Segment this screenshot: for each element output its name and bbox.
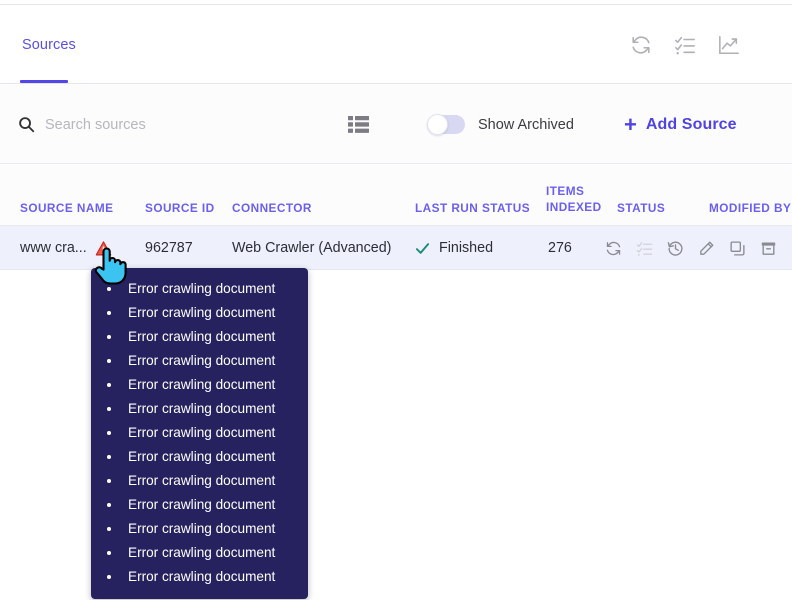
column-header-last-run-status[interactable]: LAST RUN STATUS bbox=[415, 201, 530, 215]
column-view-button[interactable] bbox=[348, 85, 369, 164]
bullet-icon bbox=[107, 575, 111, 579]
bullet-icon bbox=[107, 479, 111, 483]
tasks-icon bbox=[636, 240, 653, 257]
list-item: Error crawling document bbox=[91, 469, 308, 493]
bullet-icon bbox=[107, 311, 111, 315]
add-source-label: Add Source bbox=[645, 115, 737, 133]
source-name-text: www cra... bbox=[20, 240, 87, 256]
tooltip-item-text: Error crawling document bbox=[128, 497, 276, 512]
items-indexed-line-1: ITEMS bbox=[546, 184, 585, 198]
history-icon[interactable] bbox=[667, 240, 684, 257]
show-archived-label: Show Archived bbox=[478, 116, 574, 133]
bullet-icon bbox=[107, 455, 111, 459]
tooltip-item-text: Error crawling document bbox=[128, 473, 276, 488]
table-header-row: SOURCE NAME SOURCE ID CONNECTOR LAST RUN… bbox=[0, 165, 792, 226]
cell-source-id: 962787 bbox=[145, 240, 193, 256]
toolbar: Show Archived + Add Source bbox=[0, 85, 792, 227]
tab-active-indicator bbox=[20, 80, 68, 83]
tooltip-item-text: Error crawling document bbox=[128, 353, 276, 368]
tab-bar: Sources bbox=[20, 5, 78, 84]
list-item: Error crawling document bbox=[91, 445, 308, 469]
add-source-button[interactable]: + Add Source bbox=[624, 85, 737, 164]
tooltip-item-text: Error crawling document bbox=[128, 305, 276, 320]
column-header-source-name[interactable]: SOURCE NAME bbox=[20, 201, 113, 215]
bullet-icon bbox=[107, 359, 111, 363]
column-header-modified-by[interactable]: MODIFIED BY bbox=[709, 201, 792, 215]
bullet-icon bbox=[107, 407, 111, 411]
list-item: Error crawling document bbox=[91, 373, 308, 397]
list-item: Error crawling document bbox=[91, 349, 308, 373]
show-archived-control: Show Archived bbox=[427, 85, 574, 164]
list-item: Error crawling document bbox=[91, 421, 308, 445]
list-item: Error crawling document bbox=[91, 301, 308, 325]
sync-icon[interactable] bbox=[605, 240, 622, 257]
column-header-connector[interactable]: CONNECTOR bbox=[232, 201, 312, 215]
list-item: Error crawling document bbox=[91, 517, 308, 541]
list-item: Error crawling document bbox=[91, 397, 308, 421]
cell-items-indexed: 276 bbox=[548, 240, 572, 256]
tooltip-item-text: Error crawling document bbox=[128, 377, 276, 392]
list-item: Error crawling document bbox=[91, 325, 308, 349]
archive-icon[interactable] bbox=[760, 240, 777, 257]
list-item: Error crawling document bbox=[91, 541, 308, 565]
toggle-knob bbox=[427, 114, 448, 135]
tasks-icon[interactable] bbox=[674, 34, 696, 56]
page-header: Sources bbox=[0, 5, 792, 84]
cell-last-run-status: Finished bbox=[415, 226, 493, 270]
tooltip-item-text: Error crawling document bbox=[128, 449, 276, 464]
tooltip-item-text: Error crawling document bbox=[128, 425, 276, 440]
error-tooltip: Error crawling document Error crawling d… bbox=[91, 268, 308, 599]
plus-icon: + bbox=[624, 111, 637, 137]
duplicate-icon[interactable] bbox=[729, 240, 746, 257]
tab-sources-label: Sources bbox=[22, 36, 76, 53]
tooltip-item-text: Error crawling document bbox=[128, 281, 276, 296]
list-item: Error crawling document bbox=[91, 493, 308, 517]
mouse-cursor-pointing-hand bbox=[93, 243, 127, 285]
list-item: Error crawling document bbox=[91, 565, 308, 589]
header-actions bbox=[630, 5, 740, 84]
items-indexed-line-2: INDEXED bbox=[546, 200, 602, 214]
search-icon bbox=[18, 116, 35, 133]
search-input[interactable] bbox=[45, 116, 305, 133]
bullet-icon bbox=[107, 431, 111, 435]
column-header-status[interactable]: STATUS bbox=[617, 201, 665, 215]
check-icon bbox=[415, 241, 430, 256]
tooltip-item-text: Error crawling document bbox=[128, 401, 276, 416]
tooltip-item-text: Error crawling document bbox=[128, 329, 276, 344]
column-header-items-indexed[interactable]: ITEMS INDEXED bbox=[546, 183, 602, 215]
grid-view-icon bbox=[348, 116, 369, 133]
refresh-icon[interactable] bbox=[630, 34, 652, 56]
app-root: Sources Search sources Show Archived + A… bbox=[0, 0, 792, 600]
bullet-icon bbox=[107, 335, 111, 339]
tooltip-item-text: Error crawling document bbox=[128, 521, 276, 536]
bullet-icon bbox=[107, 503, 111, 507]
bullet-icon bbox=[107, 527, 111, 531]
cell-row-actions bbox=[605, 226, 777, 270]
bullet-icon bbox=[107, 551, 111, 555]
show-archived-toggle[interactable] bbox=[427, 114, 465, 135]
column-header-source-id[interactable]: SOURCE ID bbox=[145, 201, 215, 215]
tab-sources[interactable]: Sources bbox=[20, 5, 78, 84]
bullet-icon bbox=[107, 383, 111, 387]
search-area bbox=[18, 85, 305, 164]
tooltip-item-text: Error crawling document bbox=[128, 569, 276, 584]
cell-connector: Web Crawler (Advanced) bbox=[232, 240, 392, 256]
tooltip-item-text: Error crawling document bbox=[128, 545, 276, 560]
analytics-icon[interactable] bbox=[718, 34, 740, 56]
bullet-icon bbox=[107, 287, 111, 291]
last-run-status-text: Finished bbox=[439, 240, 494, 256]
edit-icon[interactable] bbox=[698, 240, 715, 257]
